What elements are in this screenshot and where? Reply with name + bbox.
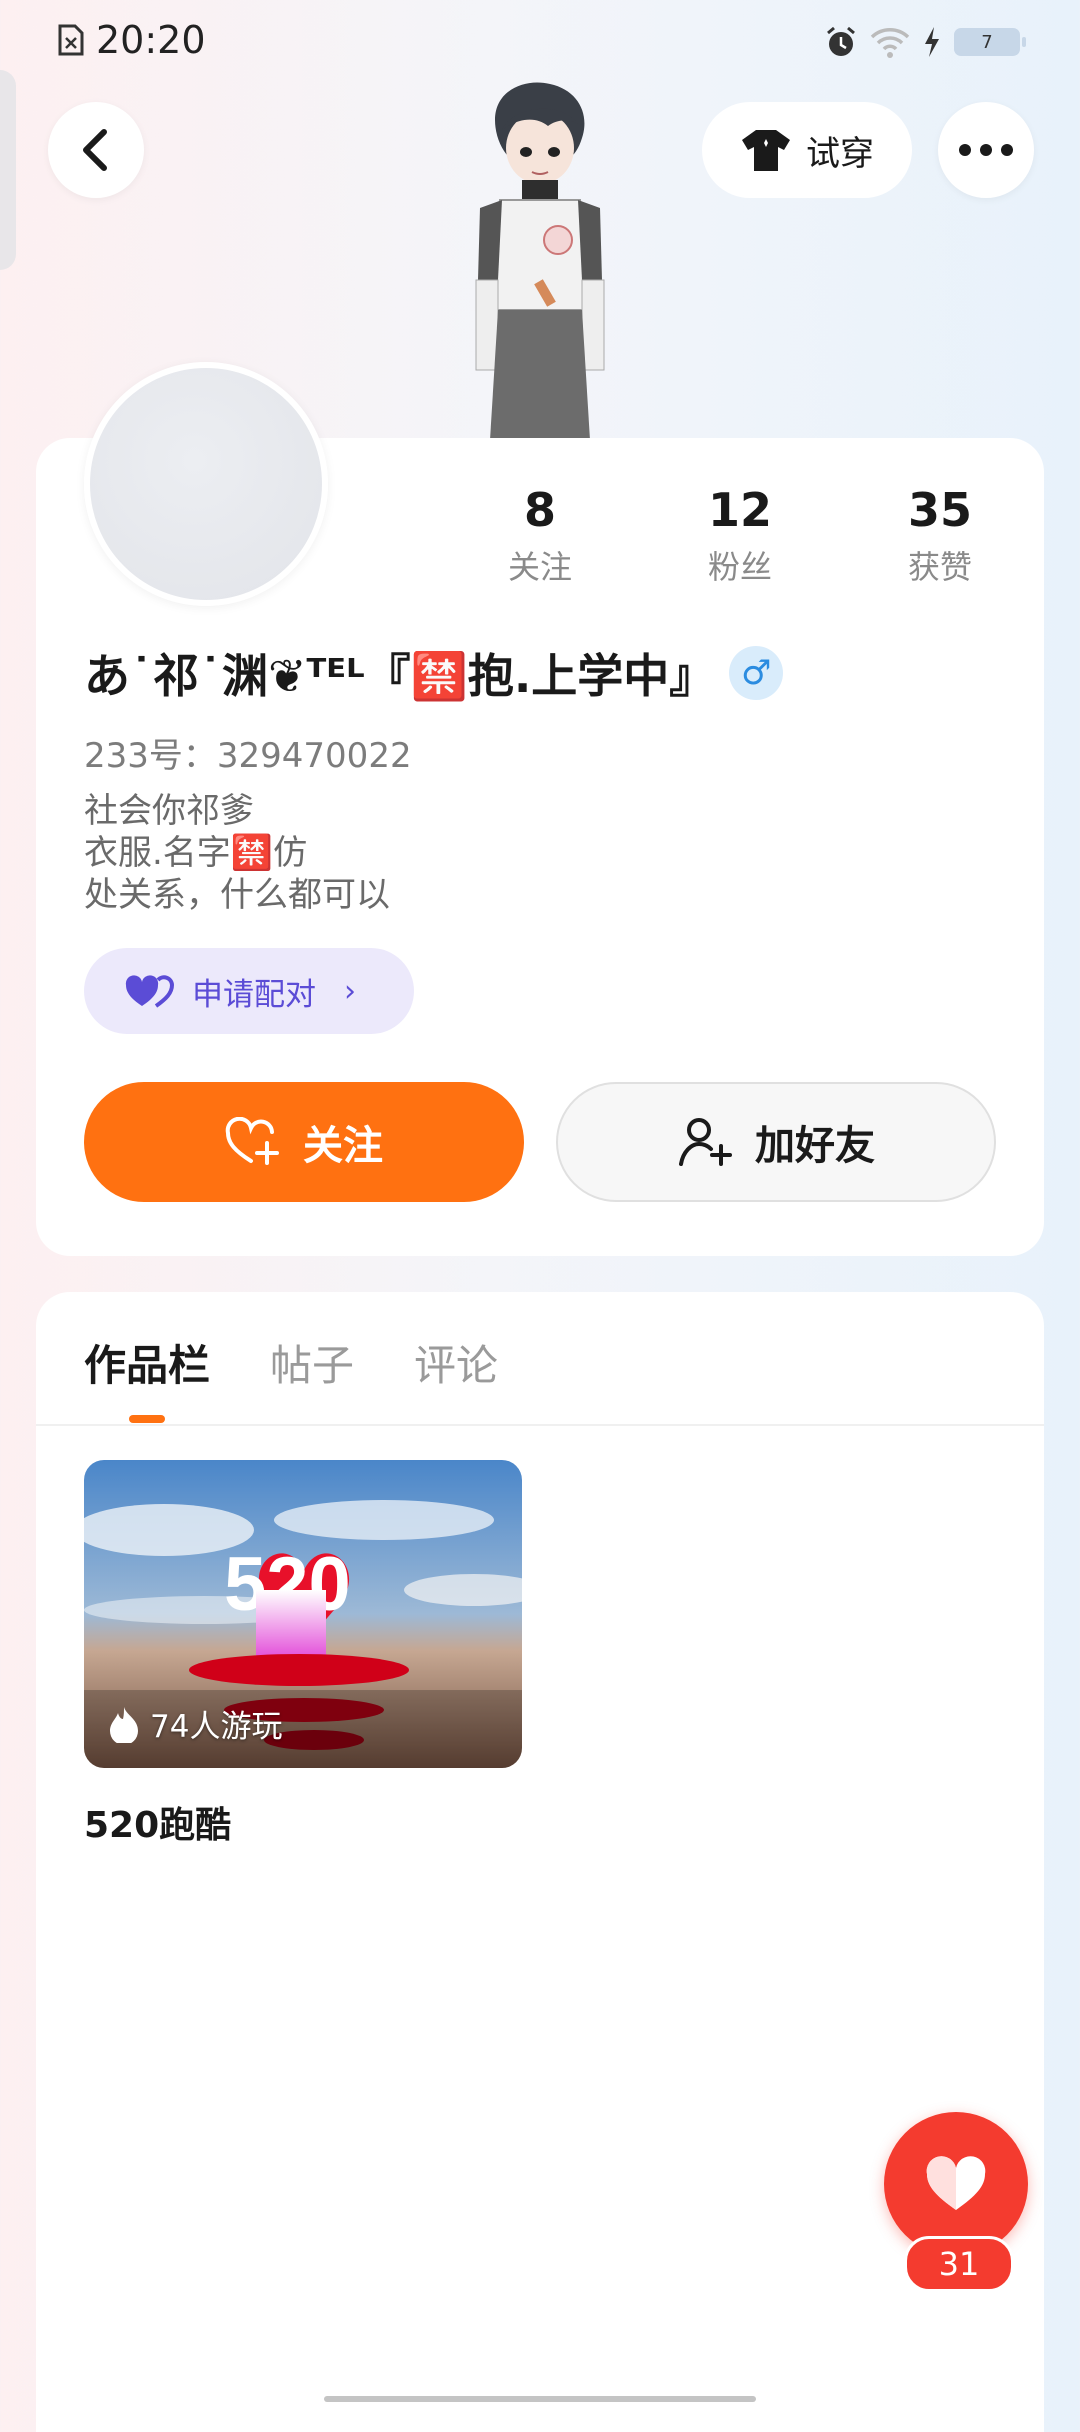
stat-value: 12 xyxy=(707,483,772,537)
content-tabs: 作品栏 帖子 评论 xyxy=(84,1332,498,1423)
home-indicator[interactable] xyxy=(324,2396,756,2402)
follow-label: 关注 xyxy=(303,1123,383,1169)
bio-line: 处关系，什么都可以 xyxy=(84,875,390,915)
tab-label: 作品栏 xyxy=(84,1341,211,1390)
works-section: 作品栏 帖子 评论 520 74人游玩 520跑酷 xyxy=(36,1292,1044,2432)
user-bio: 社会你祁爹 衣服.名字🈲仿 处关系，什么都可以 xyxy=(84,790,390,916)
tab-label: 评论 xyxy=(414,1341,499,1390)
avatar-character-image xyxy=(475,82,605,440)
battery-level: 7 xyxy=(981,31,993,53)
username: あ˙祁˙渊❦ᵀᴱᴸ『🈲抱.上学中』 xyxy=(84,649,716,703)
tab-comments[interactable]: 评论 xyxy=(414,1332,498,1393)
chevron-right-icon: › xyxy=(344,973,356,1009)
bio-line: 衣服.名字🈲仿 xyxy=(84,833,308,873)
alarm-icon xyxy=(827,26,855,56)
add-friend-button[interactable]: 加好友 xyxy=(556,1082,996,1202)
profile-stats: 8 关注 12 粉丝 35 获赞 xyxy=(440,480,1040,588)
flame-icon xyxy=(110,1706,138,1743)
try-on-label: 试穿 xyxy=(806,133,874,174)
status-time: 20:20 xyxy=(96,18,206,62)
add-friend-label: 加好友 xyxy=(755,1123,875,1169)
stat-following[interactable]: 8 关注 xyxy=(440,480,640,588)
heart-plus-icon xyxy=(225,1117,279,1165)
work-thumbnail[interactable]: 520 74人游玩 xyxy=(84,1460,522,1768)
try-on-button[interactable]: 试穿 xyxy=(702,102,912,198)
request-pair-button[interactable]: 申请配对 › xyxy=(84,948,414,1034)
left-edge-handle xyxy=(0,70,16,270)
play-count-label: 74人游玩 xyxy=(150,1709,283,1745)
gender-male-icon: ♂ xyxy=(729,646,784,700)
stat-label: 关注 xyxy=(507,548,572,586)
follow-button[interactable]: 关注 xyxy=(84,1082,524,1202)
back-button[interactable] xyxy=(48,102,144,198)
stat-value: 8 xyxy=(523,483,556,537)
like-button[interactable] xyxy=(884,2112,1028,2256)
stat-fans[interactable]: 12 粉丝 xyxy=(640,480,840,588)
wifi-icon xyxy=(870,28,910,58)
file-blocked-icon xyxy=(58,24,84,56)
stat-label: 粉丝 xyxy=(707,548,772,586)
stat-value: 35 xyxy=(907,483,972,537)
active-tab-indicator xyxy=(129,1415,165,1423)
work-title[interactable]: 520跑酷 xyxy=(84,1796,231,1848)
tshirt-icon xyxy=(742,130,790,171)
like-count-badge: 31 xyxy=(904,2236,1014,2292)
user-avatar[interactable] xyxy=(84,362,328,606)
heart-icon xyxy=(926,2156,986,2210)
more-dots-icon xyxy=(959,144,1013,156)
work-play-count: 74人游玩 xyxy=(108,1701,282,1746)
stat-label: 获赞 xyxy=(907,548,972,586)
status-icons: 7 xyxy=(824,22,1026,62)
more-options-button[interactable] xyxy=(938,102,1034,198)
battery-indicator: 7 xyxy=(954,28,1026,56)
charging-icon xyxy=(925,27,939,57)
chevron-left-icon xyxy=(83,129,107,171)
tab-posts[interactable]: 帖子 xyxy=(270,1332,354,1393)
username-row: あ˙祁˙渊❦ᵀᴱᴸ『🈲抱.上学中』 ♂ xyxy=(84,640,784,706)
add-user-icon xyxy=(679,1118,732,1166)
double-heart-icon xyxy=(125,975,174,1008)
tab-works[interactable]: 作品栏 xyxy=(84,1332,211,1423)
stat-likes[interactable]: 35 获赞 xyxy=(840,480,1040,588)
tabs-divider xyxy=(36,1424,1044,1426)
user-id[interactable]: 233号：329470022 xyxy=(84,728,412,777)
request-pair-label: 申请配对 xyxy=(192,976,316,1013)
tab-label: 帖子 xyxy=(270,1341,355,1390)
bio-line: 社会你祁爹 xyxy=(84,791,254,831)
status-bar: 20:20 7 xyxy=(0,0,1080,80)
